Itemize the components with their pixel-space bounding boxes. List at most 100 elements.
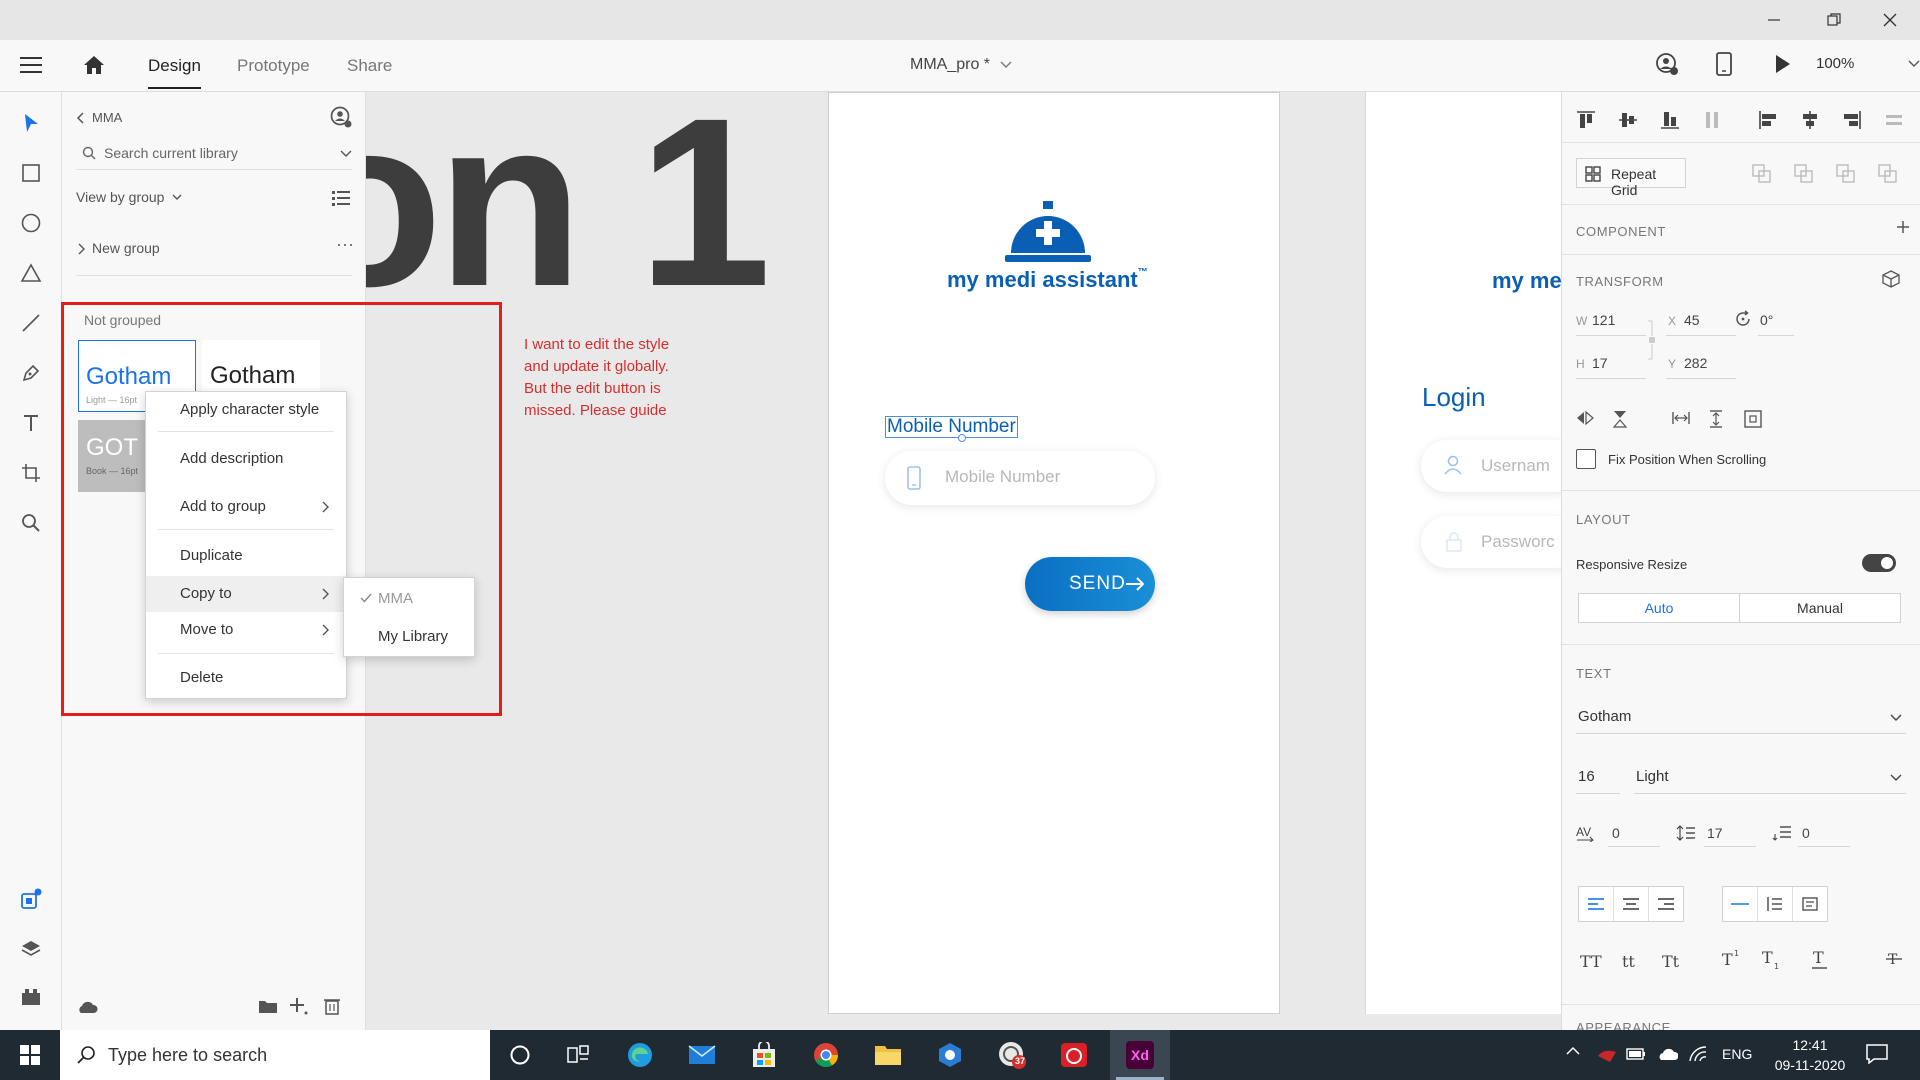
delete-asset-button[interactable] (324, 997, 340, 1015)
plugins-panel-button[interactable] (16, 982, 46, 1012)
mobile-number-input[interactable]: Mobile Number (885, 451, 1155, 505)
menu-item-duplicate[interactable]: Duplicate (146, 538, 346, 574)
superscript-button[interactable]: T1 (1722, 948, 1742, 968)
tray-app-icon[interactable] (1596, 1046, 1618, 1064)
auto-width-button[interactable] (1723, 887, 1758, 921)
font-weight-dropdown[interactable]: Light (1634, 762, 1906, 794)
task-view-button[interactable] (562, 1039, 594, 1071)
more-options-icon[interactable]: ··· (336, 234, 354, 255)
submenu-item-my-library[interactable]: My Library (344, 620, 474, 654)
resize-mode-auto[interactable]: Auto (1579, 594, 1740, 622)
library-back-button[interactable]: MMA (76, 110, 122, 125)
zoom-dropdown[interactable]: 100% (1816, 55, 1920, 72)
align-center-button[interactable] (1800, 110, 1820, 130)
invite-user-button[interactable] (1655, 53, 1679, 77)
home-button[interactable] (82, 54, 106, 76)
username-input[interactable]: Usernam (1421, 440, 1561, 492)
text-tool[interactable] (16, 408, 46, 438)
input-language-indicator[interactable]: ENG (1722, 1046, 1752, 1062)
device-preview-button[interactable] (1716, 52, 1732, 76)
boolean-exclude-button[interactable] (1878, 164, 1898, 184)
create-component-button[interactable] (1896, 220, 1910, 234)
distribute-horizontal-button[interactable] (1884, 110, 1904, 130)
teams-app-button[interactable] (934, 1039, 966, 1071)
library-search[interactable]: Search current library (76, 138, 352, 170)
selected-text-layer[interactable]: Mobile Number (885, 416, 1018, 442)
list-view-button[interactable] (332, 190, 350, 206)
subscript-button[interactable]: T1 (1762, 948, 1782, 970)
artboard-mobile-login[interactable]: my medi assistant™ Mobile Number Mobile … (828, 92, 1280, 1014)
fixed-width-button[interactable] (1672, 410, 1690, 426)
assets-panel-button[interactable] (16, 884, 46, 914)
menu-item-add-to-group[interactable]: Add to group (146, 489, 346, 525)
text-align-center-button[interactable] (1614, 887, 1649, 921)
action-center-button[interactable] (1866, 1044, 1888, 1064)
character-spacing-field[interactable]: 0 (1612, 825, 1620, 841)
document-title-dropdown[interactable]: MMA_pro * (910, 56, 1012, 74)
artboard-tool[interactable] (16, 458, 46, 488)
font-family-dropdown[interactable]: Gotham (1576, 702, 1906, 734)
zoom-tool[interactable] (16, 508, 46, 538)
height-field[interactable]: 17 (1592, 355, 1608, 371)
align-bottom-button[interactable] (1660, 110, 1680, 130)
taskbar-search-box[interactable]: Type here to search (60, 1030, 490, 1080)
play-preview-button[interactable] (1774, 54, 1792, 74)
share-library-button[interactable] (330, 106, 352, 128)
taskbar-clock[interactable]: 12:41 09-11-2020 (1770, 1035, 1850, 1075)
line-spacing-field[interactable]: 17 (1707, 825, 1723, 841)
align-left-button[interactable] (1758, 110, 1778, 130)
photos-app-button[interactable]: 37 (996, 1039, 1028, 1071)
flip-vertical-button[interactable] (1612, 410, 1628, 428)
uppercase-button[interactable]: TT (1580, 952, 1602, 971)
submenu-item-mma[interactable]: MMA (344, 582, 474, 616)
lowercase-button[interactable]: tt (1622, 952, 1635, 971)
lock-aspect-icon[interactable] (1646, 320, 1658, 360)
resize-handle[interactable] (958, 434, 966, 442)
3d-transform-button[interactable] (1882, 270, 1900, 288)
flip-horizontal-button[interactable] (1576, 410, 1594, 426)
text-align-left-button[interactable] (1579, 887, 1614, 921)
layers-panel-button[interactable] (16, 934, 46, 964)
strikethrough-button[interactable]: T (1886, 948, 1902, 968)
x-field[interactable]: 45 (1684, 312, 1700, 328)
view-by-group-dropdown[interactable]: View by group (76, 189, 182, 205)
hamburger-menu-button[interactable] (20, 55, 42, 75)
distribute-vertical-button[interactable] (1702, 110, 1722, 130)
store-app-button[interactable] (748, 1039, 780, 1071)
search-input[interactable]: Search current library (104, 145, 238, 161)
line-tool[interactable] (16, 308, 46, 338)
fixed-height-button[interactable] (1708, 410, 1724, 428)
titlecase-button[interactable]: Tt (1662, 952, 1679, 971)
select-tool[interactable] (16, 108, 46, 138)
design-canvas[interactable]: on 1 I want to edit the style and update… (366, 92, 1561, 1030)
restore-button[interactable] (1806, 0, 1862, 40)
mail-app-button[interactable] (686, 1039, 718, 1071)
menu-item-copy-to[interactable]: Copy to (146, 576, 346, 612)
font-size-field[interactable]: 16 (1576, 762, 1620, 794)
creative-cloud-button[interactable] (1058, 1039, 1090, 1071)
auto-size-button[interactable] (1744, 410, 1762, 428)
repeat-grid-button[interactable]: Repeat Grid (1576, 158, 1686, 198)
file-explorer-button[interactable] (872, 1039, 904, 1071)
tab-design[interactable]: Design (148, 56, 201, 89)
ellipse-tool[interactable] (16, 208, 46, 238)
resize-mode-manual[interactable]: Manual (1740, 594, 1900, 622)
width-field[interactable]: 121 (1592, 312, 1615, 328)
adobe-xd-button[interactable]: Xd (1110, 1030, 1170, 1080)
password-input[interactable]: Passworc (1421, 516, 1561, 568)
start-button[interactable] (0, 1030, 60, 1080)
text-align-right-button[interactable] (1649, 887, 1683, 921)
fixed-size-button[interactable] (1793, 887, 1827, 921)
tab-share[interactable]: Share (347, 56, 392, 76)
chrome-browser-button[interactable] (810, 1039, 842, 1071)
minimize-button[interactable] (1746, 0, 1802, 40)
send-button[interactable]: SEND (1025, 557, 1155, 611)
menu-item-delete[interactable]: Delete (146, 660, 346, 696)
responsive-resize-toggle[interactable] (1862, 554, 1896, 572)
polygon-tool[interactable] (16, 258, 46, 288)
add-asset-button[interactable] (288, 996, 308, 1016)
boolean-intersect-button[interactable] (1836, 164, 1856, 184)
y-field[interactable]: 282 (1684, 355, 1707, 371)
menu-item-apply-character-style[interactable]: Apply character style (146, 392, 346, 428)
boolean-add-button[interactable] (1752, 164, 1772, 184)
